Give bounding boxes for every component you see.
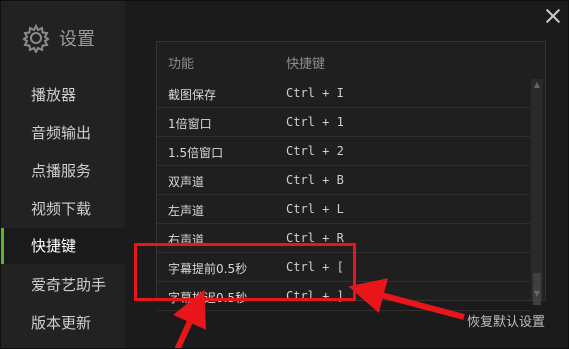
table-scrollbar[interactable]: ▲ ▼: [531, 79, 543, 305]
restore-defaults-button[interactable]: 恢复默认设置: [467, 311, 545, 330]
table-row[interactable]: 截图保存 Ctrl + I: [157, 79, 530, 108]
shortcut-cell[interactable]: Ctrl + L: [286, 202, 344, 216]
scroll-down-icon[interactable]: ▼: [531, 288, 543, 300]
sidebar: 设置 播放器 音频输出 点播服务 视频下载 快捷键 爱奇艺助手 版本更新: [1, 1, 125, 348]
settings-title-text: 设置: [59, 29, 95, 50]
table-row[interactable]: 双声道 Ctrl + B: [157, 166, 530, 195]
annotation-arrow-bottom: [173, 289, 206, 348]
table-row[interactable]: 1.5倍窗口 Ctrl + 2: [157, 137, 530, 166]
sidebar-item-video-download[interactable]: 视频下载: [1, 191, 125, 227]
function-cell: 1倍窗口: [168, 117, 212, 131]
shortcut-cell[interactable]: Ctrl + 1: [286, 115, 344, 129]
sidebar-item-vod-service[interactable]: 点播服务: [1, 153, 125, 189]
column-header-function: 功能: [168, 57, 195, 72]
settings-title: 设置: [21, 23, 95, 53]
sidebar-item-version-update[interactable]: 版本更新: [1, 305, 125, 341]
annotation-highlight-box: [134, 243, 356, 301]
scroll-up-icon[interactable]: ▲: [531, 79, 543, 91]
sidebar-item-audio-output[interactable]: 音频输出: [1, 115, 125, 151]
column-header-shortcut: 快捷键: [286, 57, 326, 72]
sidebar-item-player[interactable]: 播放器: [1, 77, 125, 113]
shortcut-cell[interactable]: Ctrl + B: [286, 173, 344, 187]
function-cell: 双声道: [168, 175, 205, 189]
function-cell: 左声道: [168, 204, 205, 218]
table-row[interactable]: 1倍窗口 Ctrl + 1: [157, 108, 530, 137]
settings-window: 设置 播放器 音频输出 点播服务 视频下载 快捷键 爱奇艺助手 版本更新 功能 …: [0, 0, 569, 349]
close-icon[interactable]: [544, 7, 562, 25]
gear-icon: [22, 23, 50, 53]
sidebar-item-iqiyi-assistant[interactable]: 爱奇艺助手: [1, 267, 125, 303]
table-header: 功能 快捷键: [157, 42, 545, 79]
sidebar-item-shortcuts[interactable]: 快捷键: [1, 228, 125, 264]
table-row[interactable]: 左声道 Ctrl + L: [157, 195, 530, 224]
shortcut-cell[interactable]: Ctrl + I: [286, 86, 344, 100]
function-cell: 截图保存: [168, 88, 217, 102]
shortcut-cell[interactable]: Ctrl + 2: [286, 144, 344, 158]
function-cell: 1.5倍窗口: [168, 146, 224, 160]
